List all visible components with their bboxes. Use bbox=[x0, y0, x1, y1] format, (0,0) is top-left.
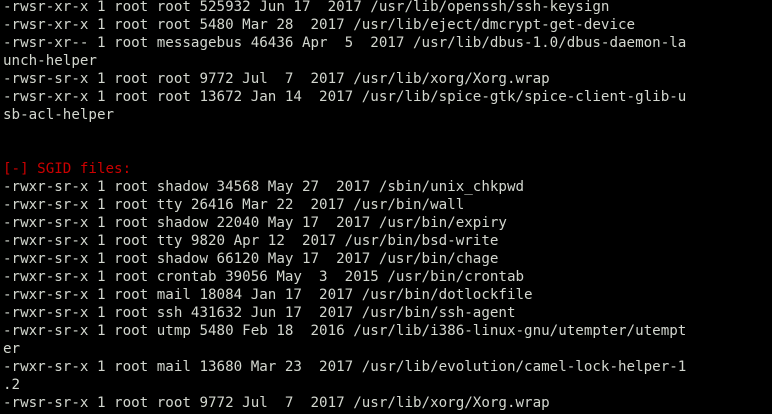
terminal-line: -rwsr-xr-- 1 root messagebus 46436 Apr 5… bbox=[3, 35, 687, 51]
terminal-line: -rwxr-sr-x 1 root shadow 66120 May 17 20… bbox=[3, 251, 499, 267]
terminal-line: -rwxr-sr-x 1 root mail 13680 Mar 23 2017… bbox=[3, 359, 687, 375]
terminal-line: unch-helper bbox=[3, 53, 97, 69]
terminal-line: -rwsr-sr-x 1 root root 9772 Jul 7 2017 /… bbox=[3, 395, 550, 411]
terminal-line: -rwsr-sr-x 1 root root 9772 Jul 7 2017 /… bbox=[3, 71, 550, 87]
terminal-line: -rwsr-xr-x 1 root root 5480 Mar 28 2017 … bbox=[3, 17, 636, 33]
terminal-line: sb-acl-helper bbox=[3, 107, 115, 123]
terminal-line: -rwsr-xr-x 1 root root 13672 Jan 14 2017… bbox=[3, 89, 687, 105]
terminal-line: -rwsr-xr-x 1 root root 525932 Jun 17 201… bbox=[3, 0, 610, 15]
terminal-line: -rwxr-sr-x 1 root tty 9820 Apr 12 2017 /… bbox=[3, 233, 499, 249]
terminal-line: -rwxr-sr-x 1 root utmp 5480 Feb 18 2016 … bbox=[3, 323, 687, 339]
terminal-window[interactable]: -rwsr-xr-x 1 root root 525932 Jun 17 201… bbox=[0, 0, 772, 414]
terminal-line: -rwxr-sr-x 1 root tty 26416 Mar 22 2017 … bbox=[3, 197, 465, 213]
terminal-line: .2 bbox=[3, 377, 21, 393]
terminal-line: -rwxr-sr-x 1 root crontab 39056 May 3 20… bbox=[3, 269, 525, 285]
terminal-line: -rwxr-sr-x 1 root shadow 34568 May 27 20… bbox=[3, 179, 525, 195]
sgid-section-header: [-] SGID files: bbox=[3, 161, 132, 177]
terminal-line: -rwxr-sr-x 1 root ssh 431632 Jun 17 2017… bbox=[3, 305, 516, 321]
terminal-line: -rwxr-sr-x 1 root mail 18084 Jan 17 2017… bbox=[3, 287, 533, 303]
terminal-line: er bbox=[3, 341, 21, 357]
terminal-line: -rwxr-sr-x 1 root shadow 22040 May 17 20… bbox=[3, 215, 507, 231]
